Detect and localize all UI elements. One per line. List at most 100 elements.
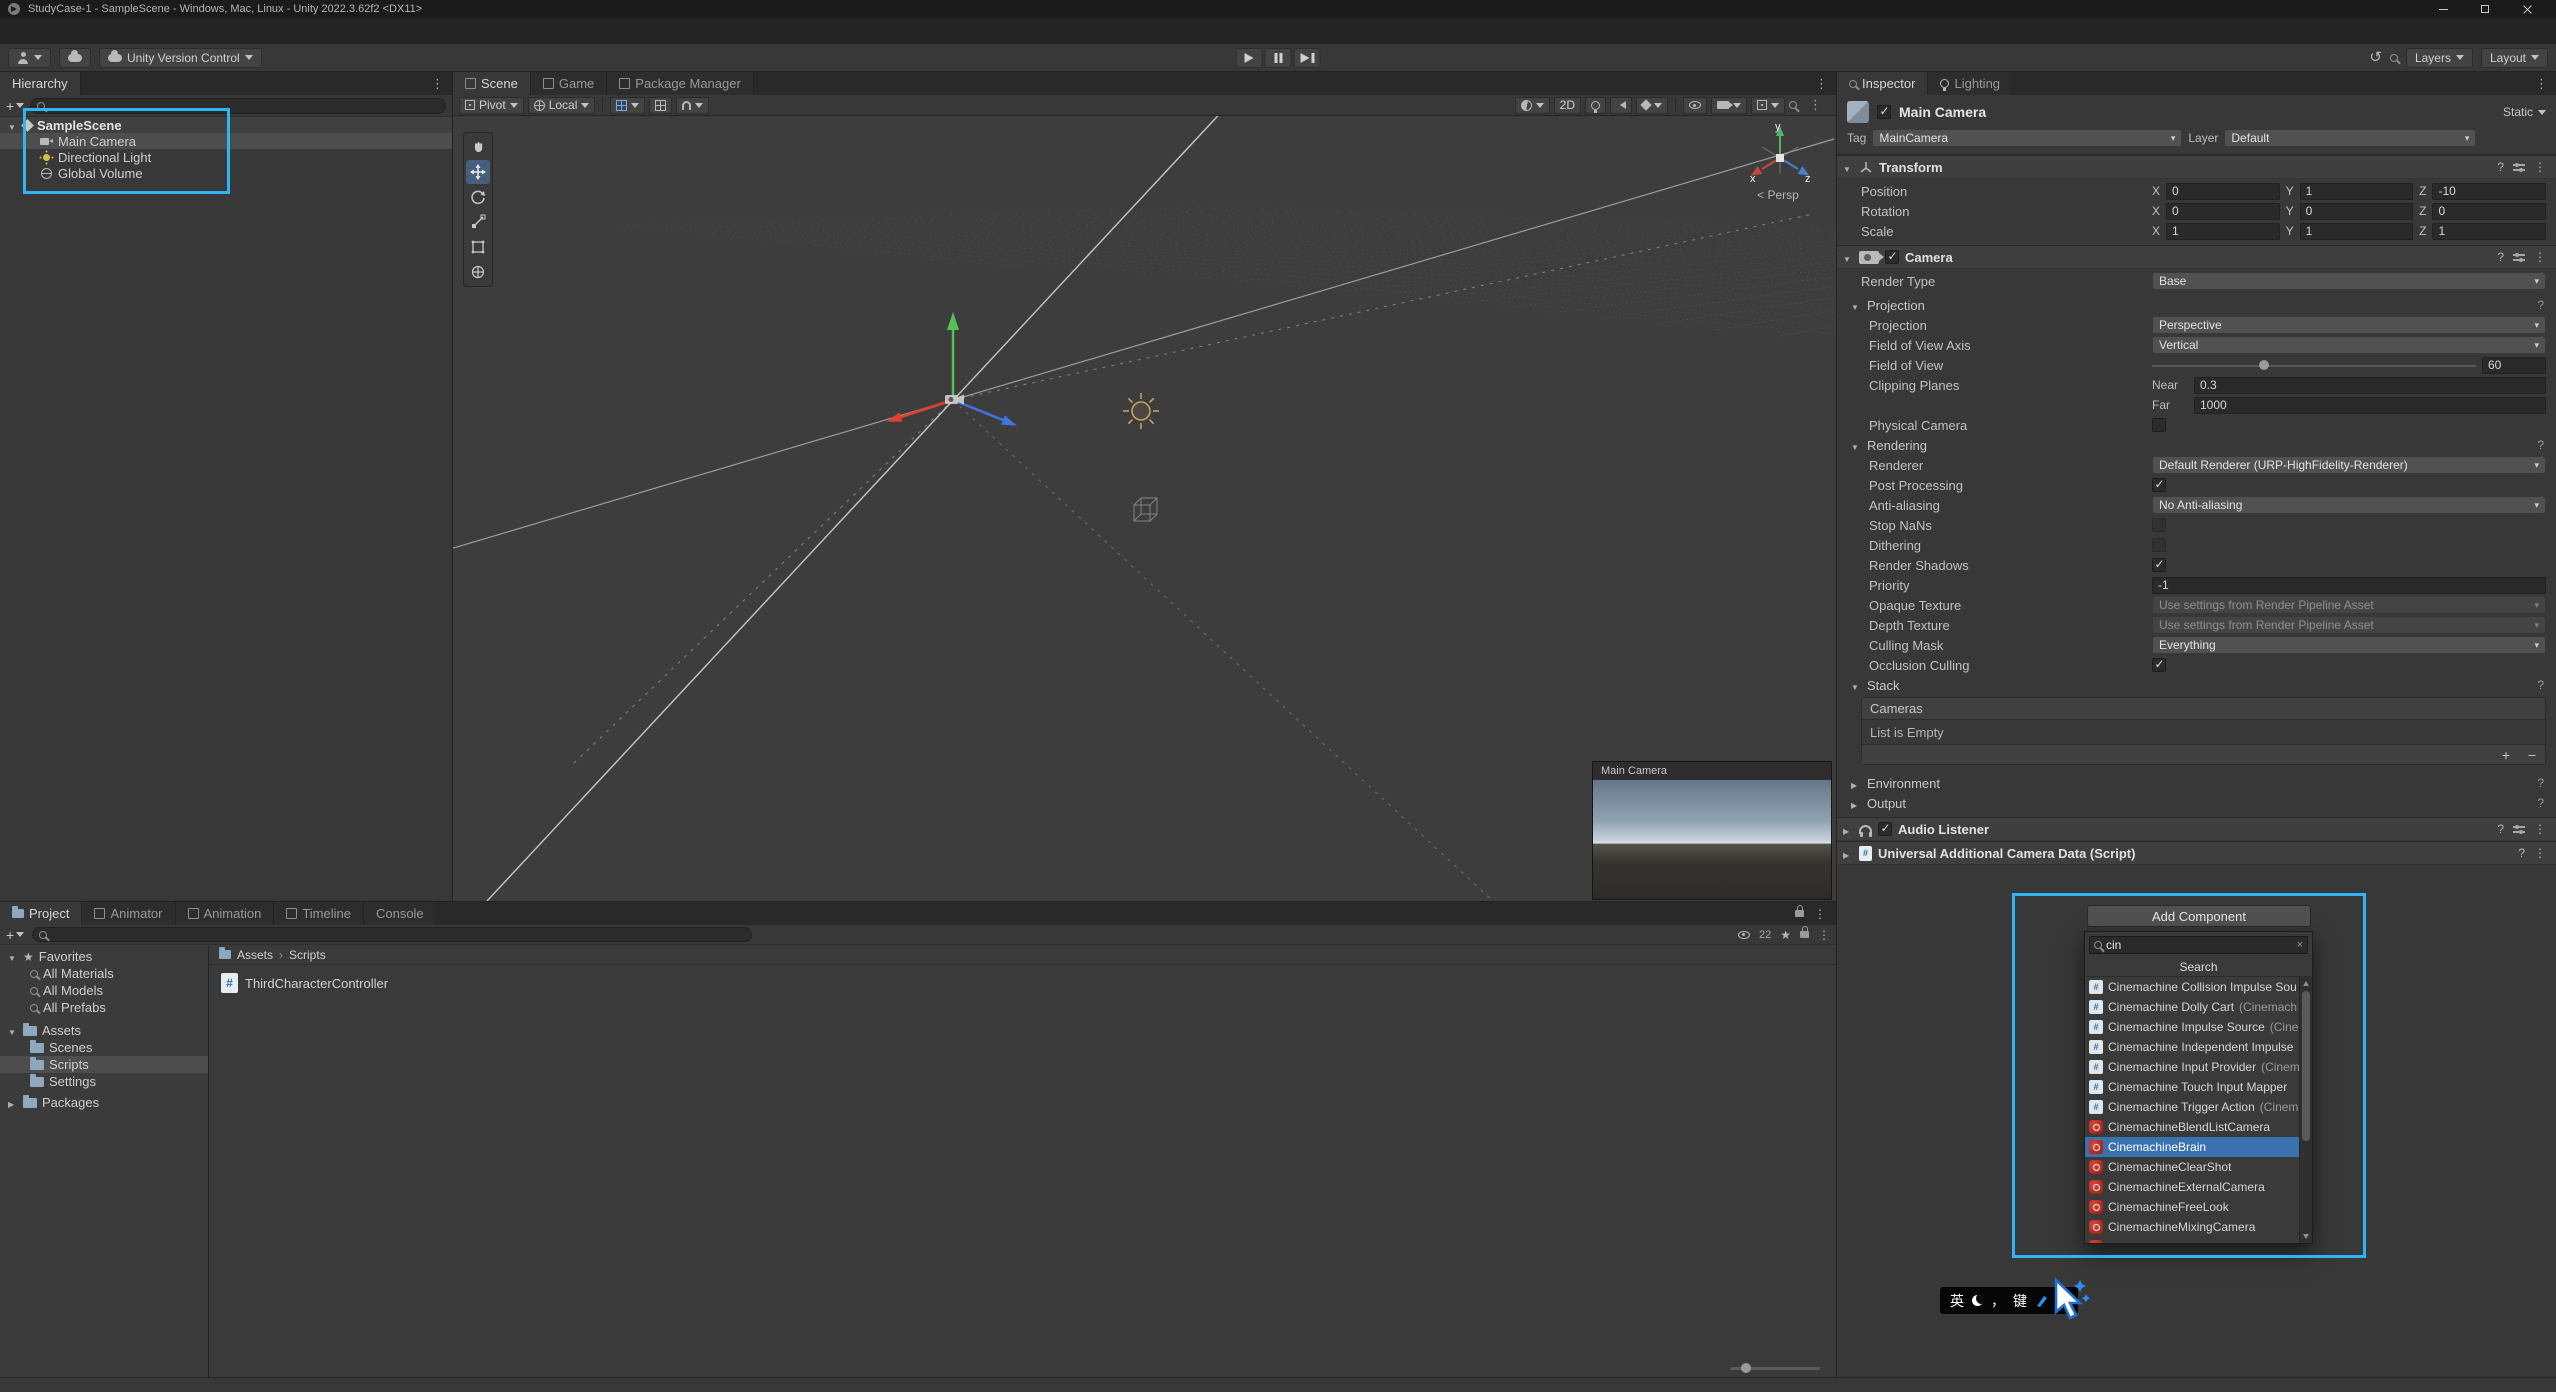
draw-mode-dropdown[interactable] — [1515, 97, 1550, 114]
tab-console[interactable]: Console — [364, 902, 437, 925]
breadcrumb-root[interactable]: Assets — [237, 948, 273, 962]
z-field[interactable]: -10 — [2432, 183, 2546, 200]
layer-dropdown[interactable]: Default — [2224, 129, 2476, 147]
breadcrumb-current[interactable]: Scripts — [289, 948, 326, 962]
tab-game[interactable]: Game — [531, 72, 607, 95]
panel-menu-icon[interactable]: ⋮ — [1818, 929, 1830, 941]
environment-section[interactable]: Environment ? — [1837, 773, 2556, 793]
scene-viewport[interactable]: y x z < Persp Main Camera — [453, 116, 1836, 901]
static-dropdown[interactable]: Static — [2503, 105, 2546, 119]
view-tool-button[interactable] — [466, 135, 490, 159]
directional-light-gizmo[interactable] — [1123, 393, 1159, 429]
panel-menu-icon[interactable]: ⋮ — [423, 76, 452, 92]
y-field[interactable]: 1 — [2300, 223, 2414, 240]
project-search-input[interactable] — [51, 928, 745, 942]
audio-listener-checkbox[interactable] — [1878, 822, 1892, 836]
asset-file[interactable]: ThirdCharacterController — [221, 973, 388, 993]
foldout-open-icon[interactable] — [1843, 160, 1853, 175]
component-list-item[interactable]: CinemachineBrain — [2085, 1137, 2299, 1157]
component-menu-icon[interactable]: ⋮ — [2534, 251, 2546, 263]
preset-icon[interactable] — [2513, 252, 2525, 262]
render-shadows-checkbox[interactable] — [2152, 558, 2166, 572]
search-icon[interactable] — [2390, 54, 2398, 62]
favorites-item[interactable]: All Materials — [0, 965, 208, 982]
handle-rotation-dropdown[interactable]: Local — [528, 97, 596, 114]
favorites-header[interactable]: ★ Favorites — [0, 948, 208, 965]
favorites-item[interactable]: All Models — [0, 982, 208, 999]
help-icon[interactable]: ? — [2497, 823, 2504, 835]
component-menu-icon[interactable]: ⋮ — [2534, 847, 2546, 859]
scroll-up-icon[interactable] — [2303, 981, 2309, 986]
lock-icon[interactable] — [1795, 910, 1804, 917]
component-search-field[interactable]: × — [2089, 936, 2308, 954]
add-stack-camera-button[interactable]: + — [2493, 747, 2519, 763]
preset-icon[interactable] — [2513, 162, 2525, 172]
post-processing-checkbox[interactable] — [2152, 478, 2166, 492]
opaque-texture-dropdown[interactable]: Use settings from Render Pipeline Asset — [2152, 596, 2546, 614]
account-button[interactable] — [8, 48, 51, 68]
component-list-item[interactable]: CinemachineFreeLook — [2085, 1197, 2299, 1217]
layers-dropdown[interactable]: Layers — [2406, 48, 2473, 68]
culling-mask-dropdown[interactable]: Everything — [2152, 636, 2546, 654]
fov-slider[interactable] — [2152, 357, 2476, 374]
component-search-input[interactable] — [2106, 938, 2293, 952]
hierarchy-item[interactable]: Directional Light — [0, 149, 452, 165]
foldout-closed-icon[interactable] — [8, 1095, 18, 1110]
global-volume-gizmo[interactable] — [1134, 498, 1157, 521]
camera-settings-dropdown[interactable] — [1711, 97, 1747, 114]
rendering-section[interactable]: Rendering ? — [1837, 435, 2556, 455]
rotate-tool-button[interactable] — [466, 185, 490, 209]
additional-camera-data-header[interactable]: Universal Additional Camera Data (Script… — [1837, 841, 2556, 865]
renderer-dropdown[interactable]: Default Renderer (URP-HighFidelity-Rende… — [2152, 456, 2546, 474]
help-icon[interactable]: ? — [2537, 796, 2544, 810]
popup-scrollbar[interactable] — [2299, 977, 2312, 1243]
y-field[interactable]: 0 — [2300, 203, 2414, 220]
component-menu-icon[interactable]: ⋮ — [2534, 161, 2546, 173]
component-list-item[interactable]: CinemachineMixingCamera — [2085, 1217, 2299, 1237]
assets-folder-item[interactable]: Settings — [0, 1073, 208, 1090]
hierarchy-scene-row[interactable]: SampleScene — [0, 117, 452, 133]
packages-header[interactable]: Packages — [0, 1094, 208, 1111]
tab-hierarchy[interactable]: Hierarchy — [0, 72, 81, 95]
tab-project[interactable]: Project — [0, 902, 82, 925]
maximize-button[interactable] — [2464, 0, 2506, 18]
component-list-item[interactable]: Cinemachine Collision Impulse Sou — [2085, 977, 2299, 997]
panel-menu-icon[interactable]: ⋮ — [2527, 76, 2556, 92]
tab-package-manager[interactable]: Package Manager — [607, 72, 754, 95]
scale-tool-button[interactable] — [466, 210, 490, 234]
panel-menu-icon[interactable]: ⋮ — [1814, 908, 1826, 920]
create-asset-button[interactable]: + — [6, 927, 24, 943]
render-type-dropdown[interactable]: Base — [2152, 272, 2546, 290]
thumbnail-zoom-slider[interactable] — [1730, 1367, 1820, 1370]
assets-header[interactable]: Assets — [0, 1022, 208, 1039]
clear-search-icon[interactable]: × — [2297, 939, 2303, 951]
z-field[interactable]: 0 — [2432, 203, 2546, 220]
effects-dropdown[interactable] — [1636, 97, 1668, 114]
component-list-item[interactable]: CinemachineBlendListCamera — [2085, 1117, 2299, 1137]
cloud-button[interactable] — [59, 48, 91, 68]
z-field[interactable]: 1 — [2432, 223, 2546, 240]
stop-nans-checkbox[interactable] — [2152, 518, 2166, 532]
foldout-open-icon[interactable] — [1843, 250, 1853, 265]
output-section[interactable]: Output ? — [1837, 793, 2556, 813]
favorites-item[interactable]: All Prefabs — [0, 999, 208, 1016]
project-search[interactable] — [32, 927, 752, 942]
lighting-toggle[interactable] — [1585, 97, 1606, 114]
foldout-open-icon[interactable] — [8, 118, 18, 133]
perspective-toggle[interactable]: < Persp — [1742, 188, 1814, 202]
x-field[interactable]: 0 — [2166, 203, 2280, 220]
component-menu-icon[interactable]: ⋮ — [2534, 823, 2546, 835]
help-icon[interactable]: ? — [2537, 678, 2544, 692]
anti-aliasing-dropdown[interactable]: No Anti-aliasing — [2152, 496, 2546, 514]
component-list-item[interactable]: Cinemachine Trigger Action (Cinem — [2085, 1097, 2299, 1117]
foldout-open-icon[interactable] — [8, 949, 18, 964]
tab-inspector[interactable]: Inspector — [1837, 72, 1928, 95]
tag-dropdown[interactable]: MainCamera — [1872, 129, 2182, 147]
foldout-open-icon[interactable] — [8, 1023, 18, 1038]
component-list-item[interactable]: CinemachineClearShot — [2085, 1157, 2299, 1177]
play-button[interactable] — [1236, 48, 1263, 68]
near-field[interactable]: 0.3 — [2194, 377, 2546, 394]
help-icon[interactable]: ? — [2537, 438, 2544, 452]
projection-section[interactable]: Projection ? — [1837, 295, 2556, 315]
preset-icon[interactable] — [2513, 824, 2525, 834]
